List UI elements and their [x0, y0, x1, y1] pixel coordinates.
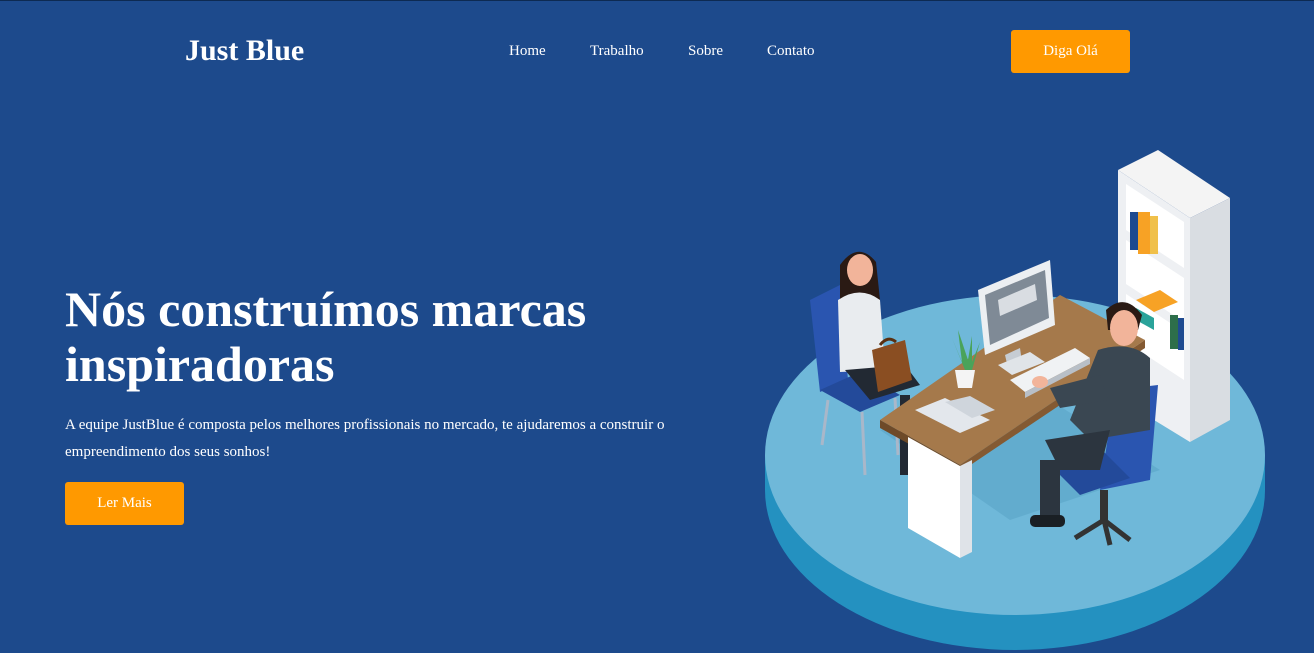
brand-logo[interactable]: Just Blue: [185, 31, 304, 71]
read-more-button[interactable]: Ler Mais: [65, 482, 184, 525]
hero-title: Nós construímos marcas inspiradoras: [65, 281, 587, 392]
nav-item-sobre[interactable]: Sobre: [688, 42, 723, 60]
hero-description: A equipe JustBlue é composta pelos melho…: [65, 417, 665, 460]
office-meeting-illustration: [765, 150, 1265, 650]
nav-item-contato[interactable]: Contato: [767, 42, 815, 60]
top-border: [0, 0, 1314, 1]
nav-item-trabalho[interactable]: Trabalho: [590, 42, 644, 60]
say-hello-button[interactable]: Diga Olá: [1011, 30, 1130, 73]
nav-item-home[interactable]: Home: [509, 42, 546, 60]
